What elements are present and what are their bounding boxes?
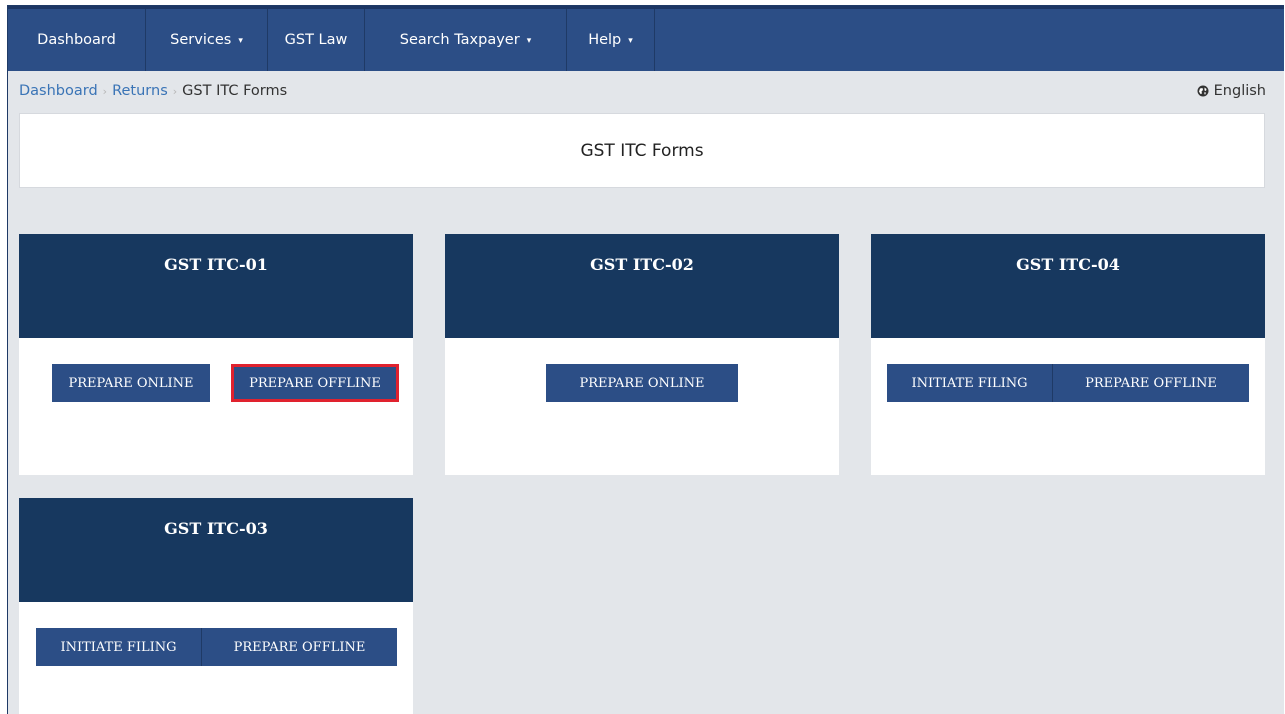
page-title: GST ITC Forms [580, 140, 704, 161]
initiate-filing-button[interactable]: INITIATE FILING [36, 628, 201, 666]
prepare-online-button[interactable]: PREPARE ONLINE [52, 364, 210, 402]
card-title: GST ITC-04 [1016, 255, 1120, 274]
initiate-filing-button[interactable]: INITIATE FILING [887, 364, 1052, 402]
nav-search-taxpayer-label: Search Taxpayer [399, 32, 520, 48]
language-label: English [1213, 83, 1266, 99]
breadcrumb-dashboard[interactable]: Dashboard [19, 83, 98, 99]
globe-icon [1197, 85, 1209, 97]
breadcrumb-separator: › [172, 85, 178, 98]
prepare-offline-button[interactable]: PREPARE OFFLINE [1052, 364, 1249, 402]
breadcrumb-returns[interactable]: Returns [112, 83, 168, 99]
page-frame: Dashboard Services ▾ GST Law Search Taxp… [7, 5, 1284, 714]
breadcrumb-separator: › [102, 85, 108, 98]
nav-dashboard[interactable]: Dashboard [8, 9, 146, 71]
card-title: GST ITC-01 [164, 255, 268, 274]
top-navbar: Dashboard Services ▾ GST Law Search Taxp… [8, 6, 1284, 71]
breadcrumb: Dashboard › Returns › GST ITC Forms [19, 83, 287, 99]
chevron-down-icon: ▾ [238, 36, 243, 46]
card-gst-itc-02: GST ITC-02 PREPARE ONLINE [445, 234, 839, 475]
chevron-down-icon: ▾ [526, 36, 532, 46]
nav-help[interactable]: Help ▾ [567, 9, 655, 71]
nav-search-taxpayer[interactable]: Search Taxpayer ▾ [365, 9, 567, 71]
prepare-online-button[interactable]: PREPARE ONLINE [546, 364, 738, 402]
card-title: GST ITC-03 [164, 519, 268, 538]
card-header: GST ITC-03 [19, 498, 413, 602]
prepare-offline-button[interactable]: PREPARE OFFLINE [201, 628, 397, 666]
card-header: GST ITC-04 [871, 234, 1265, 338]
language-selector[interactable]: English [1197, 83, 1266, 99]
nav-help-label: Help [588, 32, 622, 48]
card-header: GST ITC-01 [19, 234, 413, 338]
nav-dashboard-label: Dashboard [37, 32, 116, 48]
nav-gst-law[interactable]: GST Law [268, 9, 365, 71]
card-gst-itc-01: GST ITC-01 PREPARE ONLINE PREPARE OFFLIN… [19, 234, 413, 475]
nav-services[interactable]: Services ▾ [146, 9, 268, 71]
nav-services-label: Services [170, 32, 232, 48]
chevron-down-icon: ▾ [628, 36, 633, 46]
card-gst-itc-04: GST ITC-04 INITIATE FILING PREPARE OFFLI… [871, 234, 1265, 475]
card-title: GST ITC-02 [590, 255, 694, 274]
prepare-offline-button[interactable]: PREPARE OFFLINE [231, 364, 399, 402]
page-title-panel: GST ITC Forms [19, 113, 1265, 188]
card-header: GST ITC-02 [445, 234, 839, 338]
card-gst-itc-03: GST ITC-03 INITIATE FILING PREPARE OFFLI… [19, 498, 413, 714]
breadcrumb-current: GST ITC Forms [182, 83, 288, 99]
nav-gst-law-label: GST Law [284, 32, 348, 48]
